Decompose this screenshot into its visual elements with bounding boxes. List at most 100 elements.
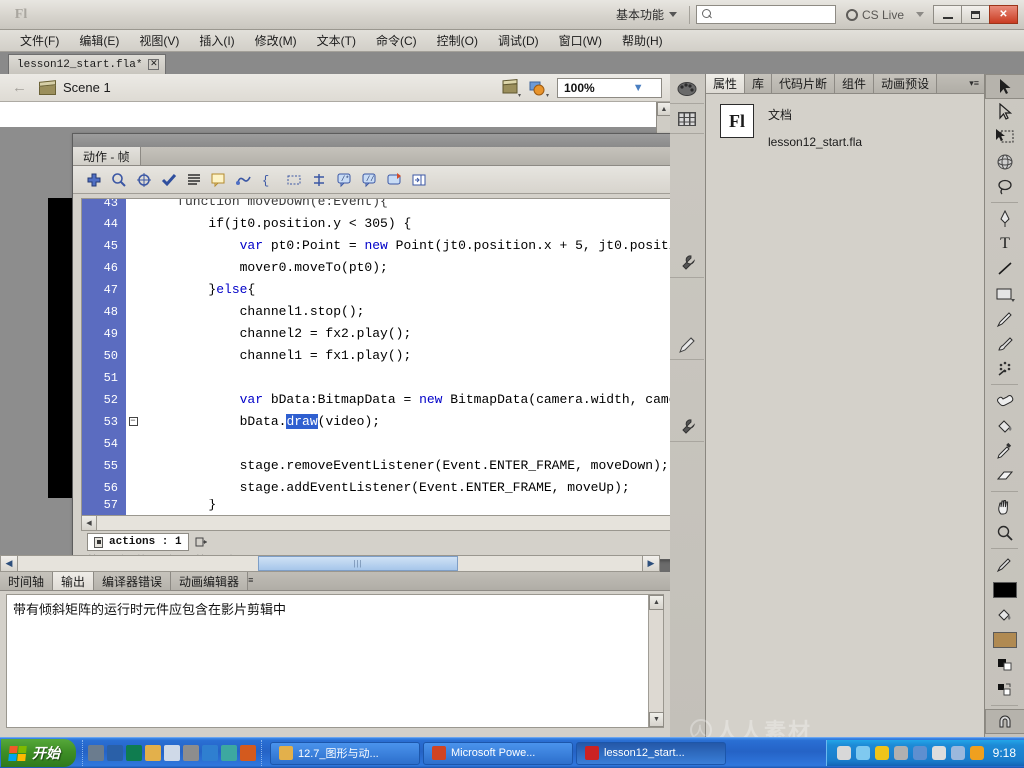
network-icon[interactable] bbox=[893, 746, 908, 760]
tab-output[interactable]: 输出 bbox=[53, 572, 95, 590]
auto-format-icon[interactable] bbox=[183, 169, 205, 191]
text-tool[interactable]: T bbox=[985, 231, 1024, 256]
pencil-icon[interactable] bbox=[670, 330, 704, 360]
scroll-up-button[interactable]: ▲ bbox=[649, 595, 664, 610]
search-box[interactable] bbox=[695, 5, 846, 24]
remove-comment-icon[interactable] bbox=[383, 169, 405, 191]
scroll-left-button[interactable]: ◀ bbox=[82, 516, 97, 530]
zoom-level-select[interactable]: 100% ▼ bbox=[557, 77, 662, 98]
scroll-right-button[interactable]: ▶ bbox=[642, 556, 659, 571]
menu-debug[interactable]: 调试(D) bbox=[488, 30, 549, 51]
taskbar-window-button[interactable]: lesson12_start... bbox=[576, 741, 726, 765]
pin-script-icon[interactable] bbox=[193, 534, 209, 550]
script-pin-chip[interactable]: actions : 1 bbox=[87, 533, 189, 551]
show-code-hint-icon[interactable] bbox=[208, 169, 230, 191]
expand-all-icon[interactable] bbox=[308, 169, 330, 191]
edit-symbols-icon[interactable] bbox=[529, 79, 549, 97]
menu-modify[interactable]: 修改(M) bbox=[245, 30, 307, 51]
tab-properties[interactable]: 属性 bbox=[706, 74, 746, 93]
document-icon[interactable] bbox=[164, 745, 180, 761]
search-input[interactable] bbox=[700, 8, 846, 21]
menu-edit[interactable]: 编辑(E) bbox=[69, 30, 129, 51]
3d-rotation-tool[interactable] bbox=[985, 149, 1024, 174]
volume-icon[interactable] bbox=[950, 746, 965, 760]
close-button[interactable]: ✕ bbox=[989, 5, 1018, 24]
updates-icon[interactable] bbox=[969, 746, 984, 760]
scrollbar-thumb[interactable]: ||| bbox=[258, 556, 458, 571]
add-script-icon[interactable] bbox=[83, 169, 105, 191]
fold-toggle[interactable]: − bbox=[126, 411, 140, 433]
line-tool[interactable] bbox=[985, 256, 1024, 281]
scroll-left-button[interactable]: ◀ bbox=[1, 556, 18, 571]
keyboard-layout-icon[interactable] bbox=[836, 746, 851, 760]
office-icon[interactable] bbox=[240, 745, 256, 761]
antivirus-icon[interactable] bbox=[931, 746, 946, 760]
show-hidden-icons[interactable] bbox=[855, 746, 870, 760]
menu-control[interactable]: 控制(O) bbox=[427, 30, 488, 51]
stage-horizontal-scrollbar[interactable]: ◀ ||| ▶ bbox=[0, 555, 660, 572]
menu-window[interactable]: 窗口(W) bbox=[549, 30, 612, 51]
stroke-color-swatch[interactable] bbox=[985, 577, 1024, 602]
document-tab-lesson12[interactable]: lesson12_start.fla* ✕ bbox=[8, 54, 167, 74]
debug-options-icon[interactable] bbox=[233, 169, 255, 191]
stage-canvas[interactable] bbox=[0, 102, 661, 127]
display-icon[interactable] bbox=[912, 746, 927, 760]
hand-tool[interactable] bbox=[985, 495, 1024, 520]
color-palette-icon[interactable] bbox=[670, 74, 704, 104]
eyedropper-tool[interactable] bbox=[985, 438, 1024, 463]
snap-to-objects-icon[interactable] bbox=[985, 709, 1024, 734]
collapse-selection-icon[interactable] bbox=[283, 169, 305, 191]
back-arrow-icon[interactable]: ← bbox=[12, 79, 27, 96]
scroll-up-button[interactable]: ▲ bbox=[657, 102, 670, 116]
stroke-color-tool[interactable] bbox=[985, 552, 1024, 577]
free-transform-tool[interactable] bbox=[985, 124, 1024, 149]
pencil-tool[interactable] bbox=[985, 306, 1024, 331]
menu-commands[interactable]: 命令(C) bbox=[366, 30, 427, 51]
tab-actions-frame[interactable]: 动作 - 帧 bbox=[73, 147, 141, 165]
cs-live-chevron-icon[interactable] bbox=[916, 12, 924, 17]
output-vertical-scrollbar[interactable]: ▲ ▼ bbox=[648, 595, 664, 727]
eraser-tool[interactable] bbox=[985, 463, 1024, 488]
black-and-white-button[interactable] bbox=[985, 652, 1024, 677]
tab-motion-presets[interactable]: 动画预设 bbox=[874, 74, 938, 93]
rectangle-tool[interactable] bbox=[985, 281, 1024, 306]
security-shield-icon[interactable] bbox=[874, 746, 889, 760]
show-desktop-icon[interactable] bbox=[88, 745, 104, 761]
browser-g-icon[interactable] bbox=[126, 745, 142, 761]
menu-help[interactable]: 帮助(H) bbox=[612, 30, 673, 51]
apply-block-comment-icon[interactable]: /* bbox=[333, 169, 355, 191]
panel-menu-icon[interactable]: ≡ bbox=[248, 575, 253, 585]
subselection-tool[interactable] bbox=[985, 99, 1024, 124]
calculator-icon[interactable] bbox=[221, 745, 237, 761]
check-syntax-icon[interactable] bbox=[158, 169, 180, 191]
tab-timeline[interactable]: 时间轴 bbox=[0, 572, 54, 590]
maximize-button[interactable] bbox=[961, 5, 990, 24]
collapse-between-braces-icon[interactable]: { } bbox=[258, 169, 280, 191]
taskbar-clock[interactable]: 9:18 bbox=[993, 746, 1016, 760]
fill-color-tool[interactable] bbox=[985, 602, 1024, 627]
edit-scene-icon[interactable] bbox=[501, 78, 521, 97]
ie-icon[interactable] bbox=[202, 745, 218, 761]
paint-bucket-tool[interactable] bbox=[985, 413, 1024, 438]
bone-tool[interactable] bbox=[985, 388, 1024, 413]
scroll-down-button[interactable]: ▼ bbox=[649, 712, 664, 727]
output-body[interactable]: 带有倾斜矩阵的运行时元件应包含在影片剪辑中 ▲ ▼ bbox=[6, 594, 664, 728]
folder-icon[interactable] bbox=[145, 745, 161, 761]
panel-menu-icon[interactable]: ▾≡ bbox=[969, 78, 979, 89]
menu-text[interactable]: 文本(T) bbox=[307, 30, 366, 51]
swatches-icon[interactable] bbox=[670, 104, 704, 134]
swap-colors-button[interactable] bbox=[985, 677, 1024, 702]
tab-motion-editor[interactable]: 动画编辑器 bbox=[171, 572, 249, 590]
apply-line-comment-icon[interactable]: // bbox=[358, 169, 380, 191]
chevron-down-icon[interactable]: ▼ bbox=[616, 79, 662, 97]
tab-code-snippets[interactable]: 代码片断 bbox=[772, 74, 836, 93]
tab-compiler-errors[interactable]: 编译器错误 bbox=[94, 572, 172, 590]
tab-components[interactable]: 组件 bbox=[835, 74, 875, 93]
start-button[interactable]: 开始 bbox=[1, 739, 76, 767]
tab-library[interactable]: 库 bbox=[745, 74, 773, 93]
menu-view[interactable]: 视图(V) bbox=[129, 30, 189, 51]
wrench-icon[interactable] bbox=[670, 248, 704, 278]
workspace-switcher[interactable]: 基本功能 bbox=[610, 4, 683, 25]
taskbar-window-button[interactable]: Microsoft Powe... bbox=[423, 741, 573, 765]
cs-live-button[interactable]: CS Live bbox=[845, 8, 904, 22]
